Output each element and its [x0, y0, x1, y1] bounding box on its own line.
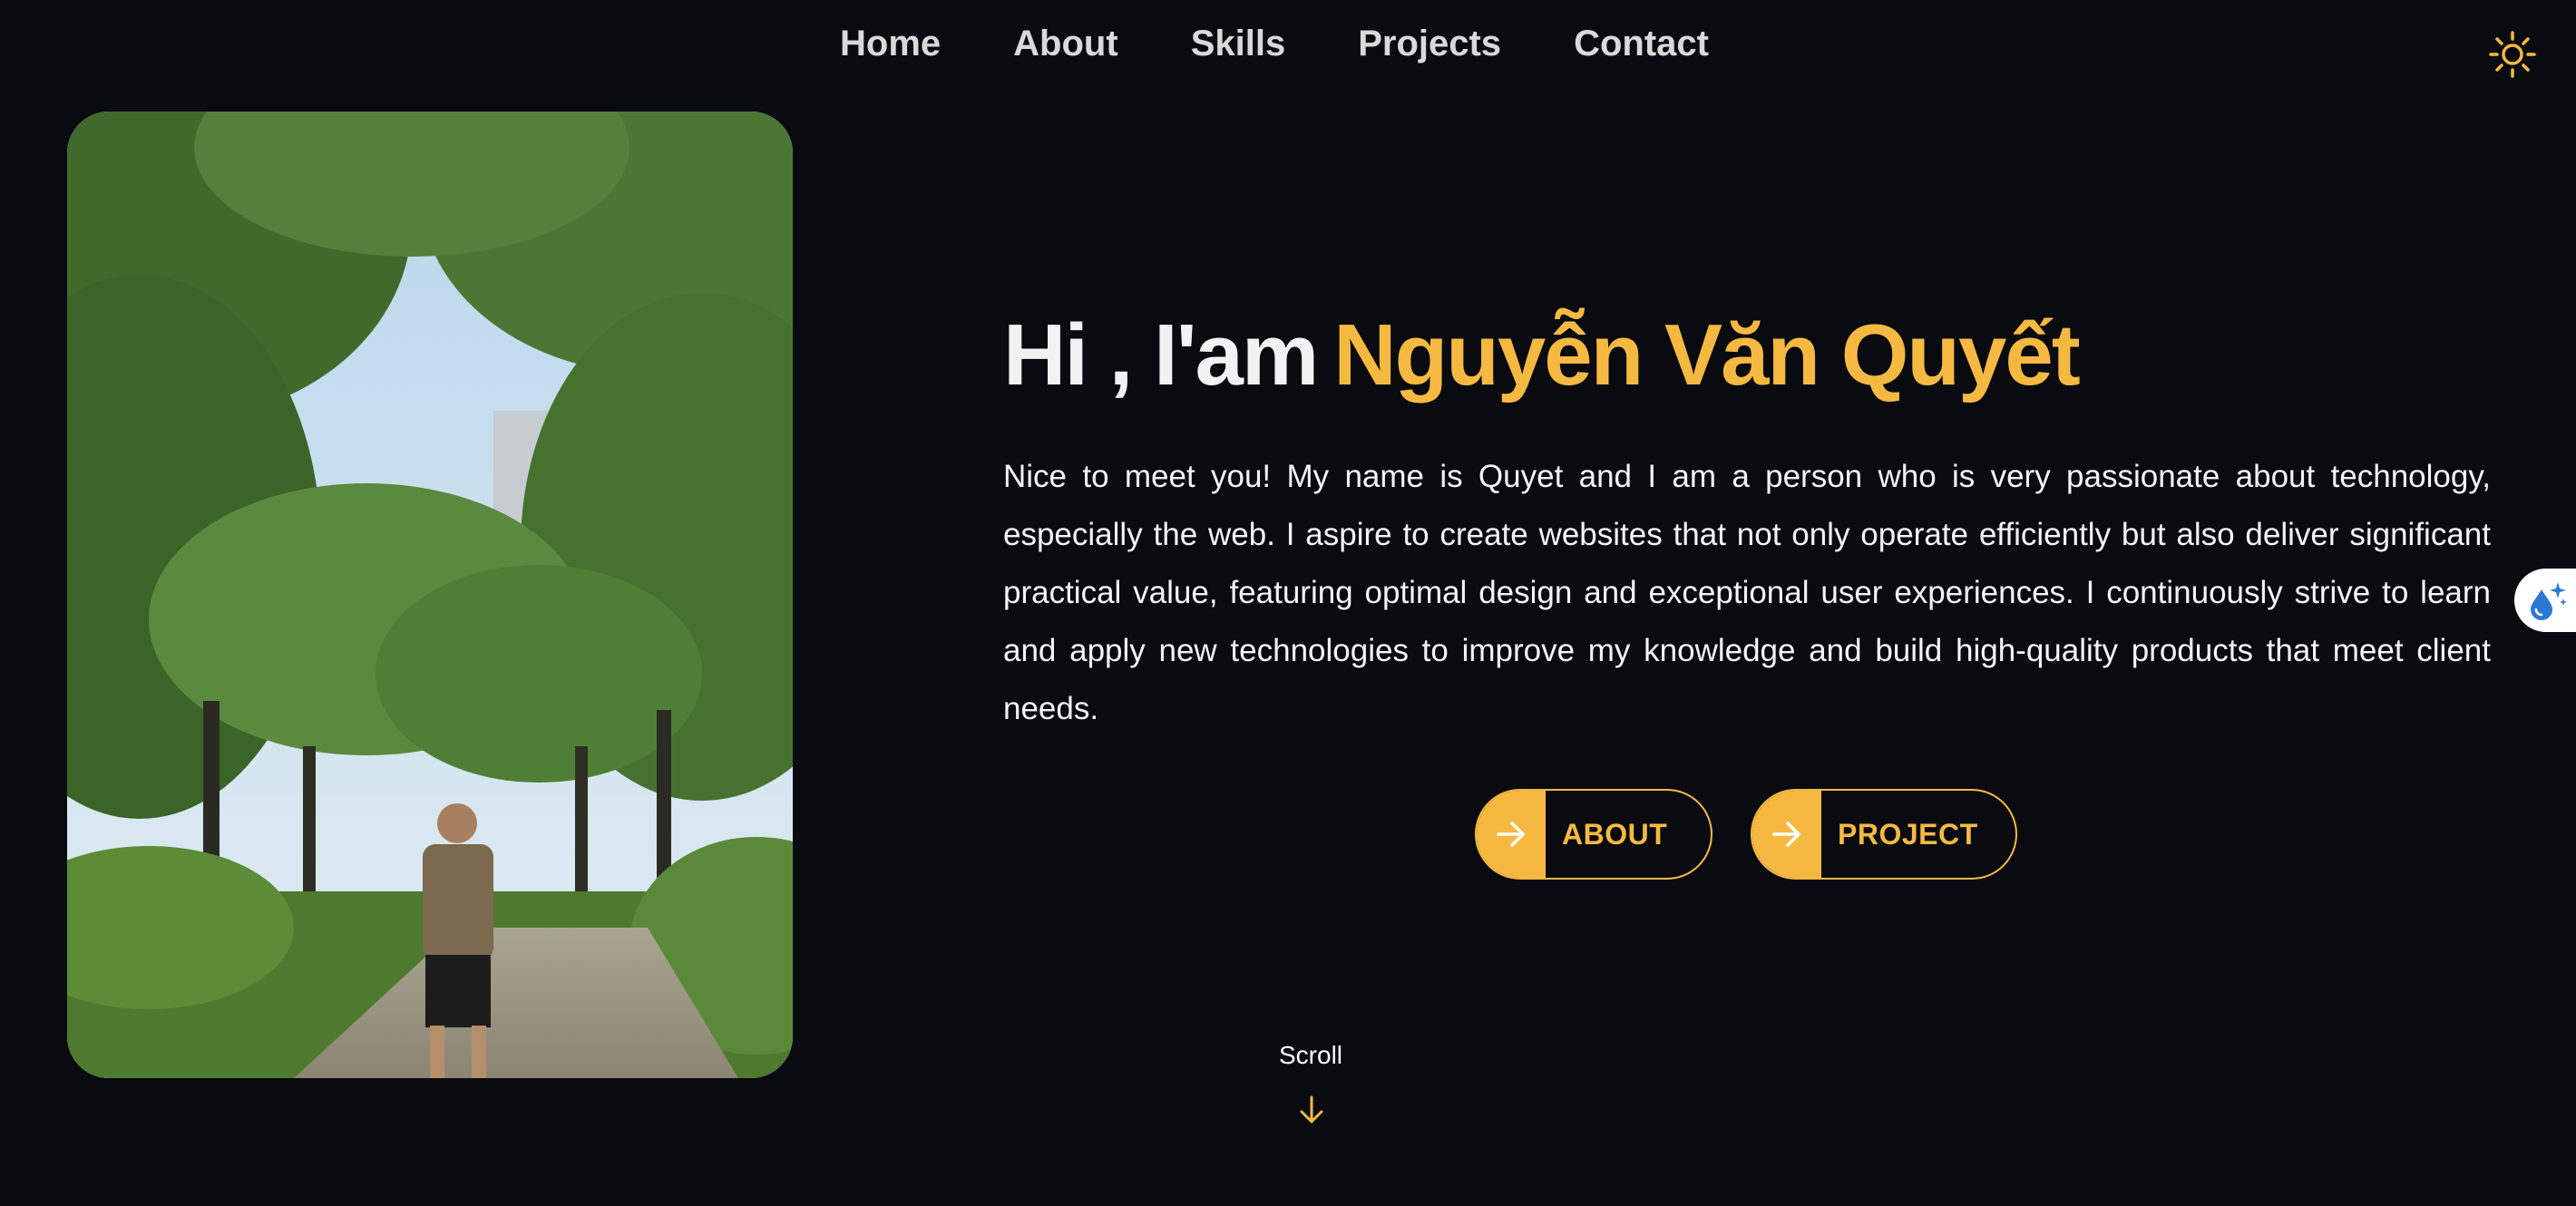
portfolio-page: Home About Skills Projects Contact Hi , … — [0, 0, 2576, 1206]
project-button-label: PROJECT — [1838, 817, 1978, 851]
hero-greeting: Hi , I'am — [1003, 306, 1319, 404]
nav-home[interactable]: Home — [840, 16, 941, 71]
droplet-sparkle-icon — [2531, 582, 2567, 620]
nav-contact[interactable]: Contact — [1574, 16, 1709, 71]
hero-description: Nice to meet you! My name is Quyet and I… — [1003, 459, 2491, 726]
about-button[interactable]: ABOUT — [1475, 789, 1712, 880]
arrow-right-icon — [1752, 791, 1821, 878]
arrow-right-icon — [1477, 791, 1546, 878]
hero-name: Nguyễn Văn Quyết — [1333, 306, 2080, 404]
about-button-label: ABOUT — [1562, 817, 1668, 851]
arrow-down-icon[interactable] — [1295, 1094, 1328, 1126]
nav-projects[interactable]: Projects — [1358, 16, 1501, 71]
top-nav: Home About Skills Projects Contact — [0, 16, 2576, 71]
sun-icon[interactable] — [2489, 31, 2536, 78]
nav-skills[interactable]: Skills — [1191, 16, 1286, 71]
scroll-label: Scroll — [1279, 1041, 1343, 1069]
project-button[interactable]: PROJECT — [1751, 789, 2017, 880]
profile-photo — [67, 112, 793, 1078]
nav-about[interactable]: About — [1013, 16, 1118, 71]
side-widget[interactable] — [2514, 569, 2576, 632]
hero-title: Hi , I'am Nguyễn Văn Quyết — [1003, 292, 2081, 419]
